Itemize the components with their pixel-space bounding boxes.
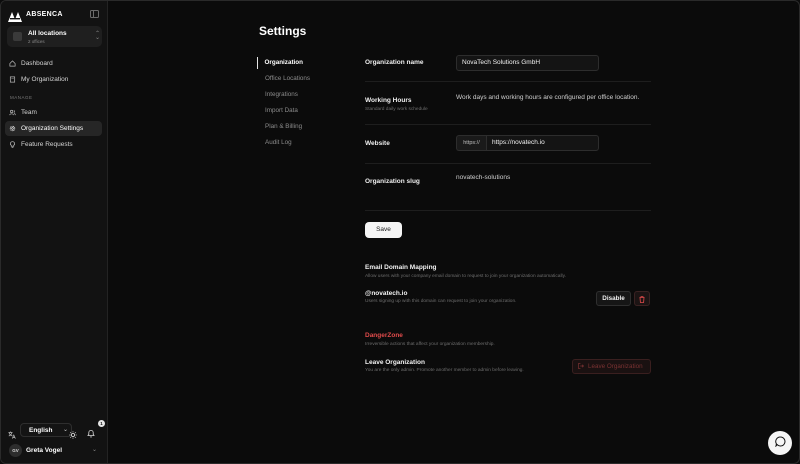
website-row: Website https:// https://novatech.io [365, 125, 651, 164]
org-name-label: Organization name [365, 59, 424, 66]
sidebar-item-label: Organization Settings [21, 125, 84, 132]
email-domain-title: Email Domain Mapping [365, 264, 437, 271]
bell-icon[interactable] [87, 425, 95, 438]
danger-zone-title: DangerZone [365, 332, 403, 339]
email-domain-description: Allow users with your company email doma… [365, 274, 566, 279]
sidebar-item-feature-requests[interactable]: Feature Requests [5, 137, 102, 152]
tab-import-data[interactable]: Import Data [257, 105, 298, 117]
logout-icon [578, 362, 584, 371]
leave-organization-button[interactable]: Leave Organization [572, 359, 651, 374]
user-name: Greta Vogel [26, 447, 63, 454]
sidebar-section-manage: MANAGE [10, 95, 33, 100]
slug-value: novatech-solutions [456, 174, 511, 181]
sidebar-item-label: Dashboard [21, 60, 53, 67]
trash-icon [639, 290, 645, 308]
chevron-up-down-icon: ⌃ ⌄ [95, 31, 101, 41]
lightbulb-icon [9, 141, 16, 148]
slug-label: Organization slug [365, 178, 420, 185]
org-name-input[interactable]: NovaTech Solutions GmbH [456, 55, 599, 71]
working-hours-note: Work days and working hours are configur… [456, 94, 640, 101]
leave-org-note: You are the only admin. Promote another … [365, 368, 524, 373]
location-switcher[interactable]: All locations 2 offices ⌃ ⌄ [7, 26, 102, 47]
leave-org-title: Leave Organization [365, 359, 425, 366]
leave-organization-label: Leave Organization [588, 363, 643, 370]
chevron-down-icon: ⌄ [92, 447, 98, 453]
building-icon [9, 76, 16, 83]
save-button[interactable]: Save [365, 222, 402, 238]
tab-organization[interactable]: Organization [257, 57, 303, 69]
brand-logo[interactable]: ABSENCA [8, 9, 63, 22]
tab-office-locations[interactable]: Office Locations [257, 73, 310, 85]
notification-badge: 1 [98, 420, 105, 427]
logo-icon [8, 9, 23, 22]
avatar: GV [9, 444, 22, 457]
website-prefix: https:// [456, 135, 486, 151]
tab-audit-log[interactable]: Audit Log [257, 137, 292, 149]
sidebar-toggle-icon[interactable] [90, 10, 99, 18]
sidebar-item-team[interactable]: Team [5, 105, 102, 120]
tab-plan-billing[interactable]: Plan & Billing [257, 121, 302, 133]
app-window: ABSENCA All locations 2 offices ⌃ ⌄ Dashb… [0, 0, 800, 464]
sidebar-item-my-organization[interactable]: My Organization [5, 72, 102, 87]
delete-domain-button[interactable] [634, 291, 650, 306]
working-hours-label: Working Hours [365, 97, 412, 104]
chat-bubble-icon [774, 434, 786, 452]
main-content: Settings Organization Office Locations I… [109, 1, 799, 463]
language-value: English [29, 427, 53, 434]
gear-icon [9, 125, 16, 132]
translate-icon [8, 426, 16, 439]
chat-button[interactable] [768, 431, 792, 455]
page-title: Settings [259, 24, 307, 38]
website-input[interactable]: https://novatech.io [486, 135, 599, 151]
website-label: Website [365, 140, 390, 147]
sidebar-item-label: Feature Requests [21, 141, 73, 148]
sidebar-item-organization-settings[interactable]: Organization Settings [5, 121, 102, 136]
slug-row: Organization slug novatech-solutions [365, 164, 651, 211]
sidebar-footer-controls: English ⌄ 1 [6, 420, 105, 439]
email-domain-note: Users signing up with this domain can re… [365, 299, 517, 304]
working-hours-row: Working Hours Standard daily work schedu… [365, 82, 651, 125]
tab-integrations[interactable]: Integrations [257, 89, 298, 101]
language-select[interactable]: English ⌄ [20, 423, 72, 437]
disable-domain-button[interactable]: Disable [596, 291, 631, 306]
sidebar-item-dashboard[interactable]: Dashboard [5, 56, 102, 71]
location-switcher-title: All locations [28, 30, 67, 37]
location-building-icon [13, 32, 22, 41]
location-switcher-subtitle: 2 offices [28, 38, 45, 44]
brand-name: ABSENCA [26, 10, 63, 18]
users-icon [9, 109, 16, 116]
home-icon [9, 60, 16, 67]
user-menu[interactable]: GV Greta Vogel ⌄ [6, 443, 103, 459]
sun-icon[interactable] [69, 426, 77, 439]
chevron-down-icon: ⌄ [63, 427, 69, 433]
sidebar-item-label: My Organization [21, 76, 69, 83]
sidebar: ABSENCA All locations 2 offices ⌃ ⌄ Dashb… [1, 1, 108, 463]
sidebar-item-label: Team [21, 109, 37, 116]
email-domain-value: @novatech.io [365, 290, 408, 297]
org-name-row: Organization name NovaTech Solutions Gmb… [365, 51, 651, 82]
danger-zone-description: Irreversible actions that affect your or… [365, 342, 495, 347]
working-hours-sublabel: Standard daily work schedule [365, 107, 428, 112]
